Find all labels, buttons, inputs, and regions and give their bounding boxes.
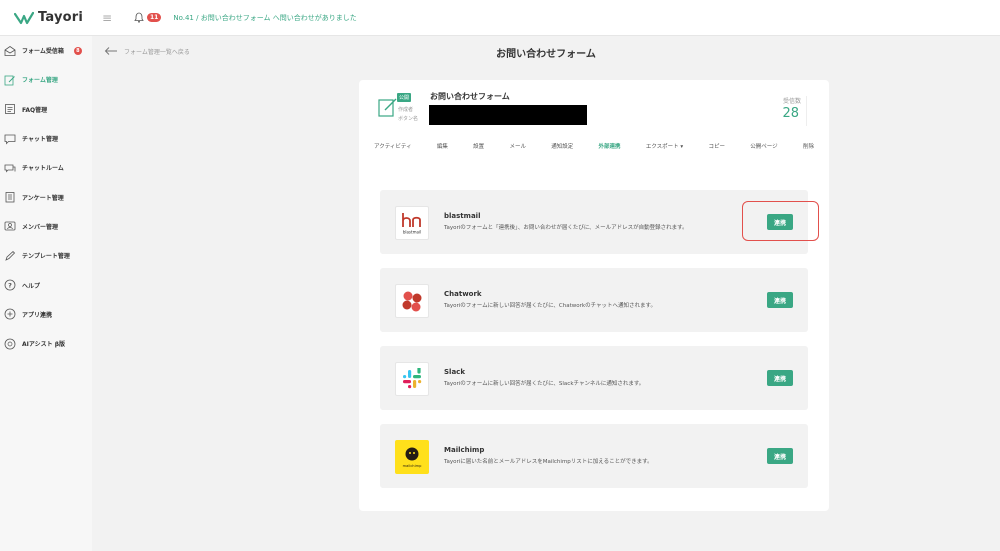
members-icon — [4, 222, 16, 231]
main-content: フォーム管理一覧へ戻る お問い合わせフォーム 公開 お問い合わせフォーム 作成者… — [92, 36, 1000, 551]
sidebar-item-label: ヘルプ — [22, 282, 41, 290]
notification-bell[interactable]: 11 — [134, 12, 162, 23]
blastmail-logo-icon: blastmail — [402, 213, 421, 235]
sidebar-item-faq[interactable]: FAQ管理 — [0, 95, 92, 124]
sidebar-item-chat[interactable]: チャット管理 — [0, 124, 92, 153]
integration-mailchimp: mailchimp Mailchimp Tayoriに届いた名前とメールアドレス… — [380, 424, 808, 488]
faq-icon — [5, 104, 15, 115]
sidebar-item-label: テンプレート管理 — [22, 253, 70, 261]
sidebar-item-label: チャットルーム — [22, 165, 64, 173]
divider — [806, 96, 807, 126]
integration-name: Slack — [444, 368, 465, 376]
tab-notifications[interactable]: 通知設定 — [551, 140, 573, 154]
slack-logo-icon — [403, 368, 422, 389]
blastmail-logo: blastmail — [395, 206, 429, 240]
sidebar-item-help[interactable]: ? ヘルプ — [0, 270, 92, 299]
chatroom-icon — [4, 164, 16, 173]
sidebar-item-label: フォーム受信箱 — [22, 48, 64, 56]
tab-edit[interactable]: 編集 — [437, 140, 448, 154]
sidebar-item-app-integration[interactable]: アプリ連携 — [0, 300, 92, 329]
tab-copy[interactable]: コピー — [708, 140, 725, 154]
sidebar-item-label: フォーム管理 — [22, 77, 58, 85]
connect-slack-button[interactable]: 連携 — [767, 370, 793, 386]
tayori-logo-icon — [14, 11, 34, 24]
sidebar-item-label: FAQ管理 — [22, 106, 48, 114]
integration-description: Tayoriのフォームと「連携後」、お問い合わせが届くたびに、メールアドレスが自… — [444, 225, 688, 231]
sidebar-item-form-inbox[interactable]: フォーム受信箱 8 — [0, 36, 92, 65]
received-count-value: 28 — [782, 106, 799, 121]
received-count-label: 受信数 — [782, 98, 801, 105]
svg-text:?: ? — [8, 281, 12, 289]
sidebar-item-ai-assist[interactable]: AIアシスト β版 — [0, 329, 92, 358]
creator-label: 作成者 — [398, 107, 414, 113]
button-name-label: ボタン名 — [398, 116, 419, 122]
sidebar-item-label: アプリ連携 — [22, 311, 53, 319]
integration-name: blastmail — [444, 212, 481, 220]
mailchimp-logo-caption: mailchimp — [403, 464, 422, 468]
sidebar-item-label: メンバー管理 — [22, 223, 59, 231]
published-badge: 公開 — [397, 93, 412, 102]
template-icon — [5, 250, 16, 261]
sidebar: フォーム受信箱 8 フォーム管理 FAQ管理 チャット管理 チャットルーム アン… — [0, 36, 92, 551]
tab-delete[interactable]: 削除 — [803, 140, 814, 154]
sidebar-item-survey[interactable]: アンケート管理 — [0, 182, 92, 211]
help-icon: ? — [4, 279, 16, 291]
notification-message[interactable]: No.41 / お問い合わせフォーム へ問い合わせがありました — [173, 13, 356, 23]
redacted-area — [429, 105, 587, 125]
tab-install[interactable]: 設置 — [473, 140, 484, 154]
app-plus-icon — [4, 308, 16, 320]
tayori-logo[interactable]: Tayori — [0, 10, 92, 25]
blastmail-logo-caption: blastmail — [403, 230, 421, 235]
logo-text: Tayori — [38, 10, 84, 25]
ai-assist-icon — [4, 338, 16, 350]
highlight-box — [742, 201, 819, 241]
mailchimp-logo-icon: mailchimp — [403, 447, 422, 468]
integration-slack: Slack Tayoriのフォームに新しい回答が届くたびに、Slackチャンネル… — [380, 346, 808, 410]
tab-export[interactable]: エクスポート ▾ — [646, 140, 683, 154]
tab-email[interactable]: メール — [509, 140, 526, 154]
connect-mailchimp-button[interactable]: 連携 — [767, 448, 793, 464]
sidebar-item-chatroom[interactable]: チャットルーム — [0, 153, 92, 182]
bell-icon — [134, 12, 144, 23]
sidebar-item-label: アンケート管理 — [22, 194, 64, 202]
tab-integrations[interactable]: 外部連携 — [599, 140, 621, 154]
chat-icon — [4, 134, 16, 144]
sidebar-item-label: AIアシスト β版 — [22, 341, 66, 349]
page-title: お問い合わせフォーム — [496, 49, 596, 60]
slack-logo — [395, 362, 429, 396]
survey-icon — [5, 192, 15, 203]
notification-count-badge: 11 — [147, 13, 162, 22]
integration-name: Mailchimp — [444, 446, 485, 454]
top-bar: Tayori ≡ 11 No.41 / お問い合わせフォーム へ問い合わせがあり… — [0, 0, 1000, 36]
integration-description: Tayoriのフォームに新しい回答が届くたびに、Chatworkのチャットへ通知… — [444, 303, 656, 309]
integration-name: Chatwork — [444, 290, 482, 298]
active-tab-caret — [600, 164, 610, 169]
sidebar-item-members[interactable]: メンバー管理 — [0, 212, 92, 241]
integration-description: Tayoriのフォームに新しい回答が届くたびに、Slackチャンネルに通知されま… — [444, 381, 645, 387]
form-edit-icon — [4, 75, 15, 86]
sidebar-item-label: チャット管理 — [22, 136, 58, 144]
connect-chatwork-button[interactable]: 連携 — [767, 292, 793, 308]
integration-description: Tayoriに届いた名前とメールアドレスをMailchimpリストに加えることが… — [444, 459, 653, 465]
mailchimp-logo: mailchimp — [395, 440, 429, 474]
form-edit-large-icon — [378, 98, 397, 117]
sidebar-item-form-management[interactable]: フォーム管理 — [0, 65, 92, 94]
chatwork-logo-icon — [402, 291, 422, 312]
tab-activity[interactable]: アクティビティ — [374, 140, 412, 154]
inbox-icon — [4, 45, 16, 56]
tab-public-page[interactable]: 公開ページ — [750, 140, 777, 154]
inbox-count-badge: 8 — [73, 46, 82, 55]
sidebar-item-templates[interactable]: テンプレート管理 — [0, 241, 92, 270]
hamburger-menu-icon[interactable]: ≡ — [102, 11, 116, 25]
integration-chatwork: Chatwork Tayoriのフォームに新しい回答が届くたびに、Chatwor… — [380, 268, 808, 332]
form-name: お問い合わせフォーム — [430, 92, 510, 101]
chatwork-logo — [395, 284, 429, 318]
form-tabs: アクティビティ 編集 設置 メール 通知設定 外部連携 エクスポート ▾ コピー… — [359, 140, 829, 154]
